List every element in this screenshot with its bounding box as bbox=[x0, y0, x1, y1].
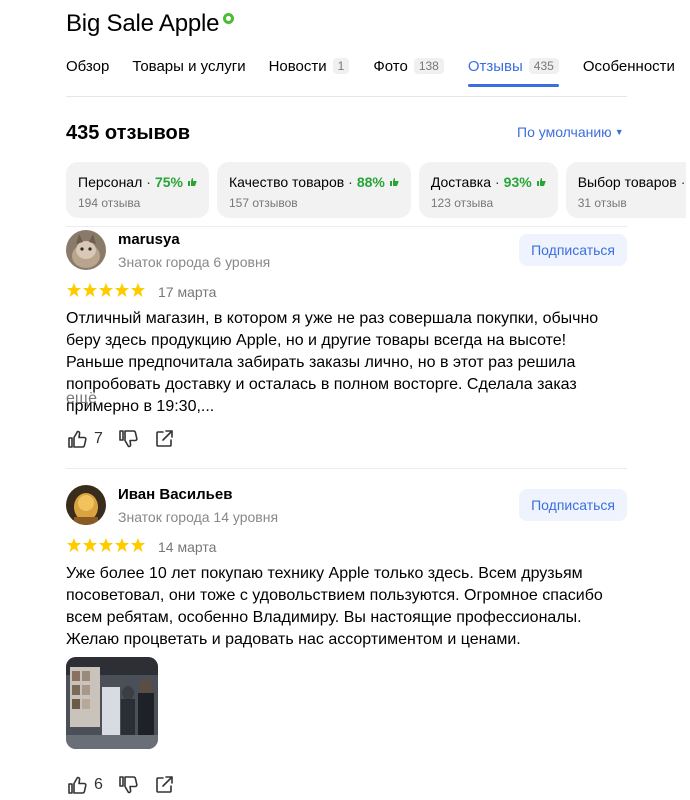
dislike-button[interactable] bbox=[117, 428, 139, 450]
thumb-up-icon bbox=[68, 776, 87, 794]
review-text: Отличный магазин, в котором я уже не раз… bbox=[66, 310, 599, 415]
subscribe-button[interactable]: Подписаться bbox=[519, 234, 627, 266]
star-icon bbox=[67, 283, 81, 297]
rating-stars bbox=[66, 537, 146, 553]
avatar-image bbox=[66, 485, 106, 525]
tab-reviews[interactable]: Отзывы 435 bbox=[467, 58, 559, 97]
separator: · bbox=[495, 174, 500, 190]
review-date: 17 марта bbox=[158, 284, 217, 300]
tab-features[interactable]: Особенности bbox=[583, 58, 675, 97]
review-date: 14 марта bbox=[158, 539, 217, 555]
caret-down-icon: ▼ bbox=[614, 127, 624, 137]
star-icon bbox=[83, 283, 97, 297]
page-title: Big Sale Apple bbox=[66, 10, 220, 37]
star-icon bbox=[99, 538, 113, 552]
avatar[interactable] bbox=[66, 230, 106, 270]
thumb-down-icon bbox=[119, 430, 138, 448]
tab-badge: 1 bbox=[332, 58, 350, 74]
tab-bar: Обзор Товары и услуги Новости 1 Фото 138 О… bbox=[66, 58, 675, 97]
read-more-link[interactable]: ещё bbox=[66, 390, 97, 408]
thumb-up-icon bbox=[536, 178, 546, 186]
star-icon bbox=[131, 538, 145, 552]
share-button[interactable] bbox=[153, 428, 175, 450]
like-button[interactable]: 6 bbox=[66, 774, 103, 796]
aspect-percent: 75% bbox=[154, 174, 183, 190]
divider bbox=[66, 226, 627, 227]
separator: · bbox=[348, 174, 353, 190]
author-level: Знаток города 6 уровня bbox=[118, 254, 271, 270]
tab-label: Фото bbox=[373, 58, 408, 75]
star-icon bbox=[115, 538, 129, 552]
tab-news[interactable]: Новости 1 bbox=[269, 58, 350, 97]
aspect-chip-delivery[interactable]: Доставка · 93% 123 отзыва bbox=[418, 162, 558, 218]
star-icon bbox=[131, 283, 145, 297]
tab-label: Особенности bbox=[582, 58, 675, 75]
avatar[interactable] bbox=[66, 485, 106, 525]
aspect-name: Качество товаров bbox=[228, 174, 345, 190]
org-title-row: Big Sale Apple bbox=[66, 10, 235, 38]
aspect-name: Доставка bbox=[430, 174, 491, 190]
separator: · bbox=[680, 174, 686, 190]
tab-label: Отзывы bbox=[467, 58, 523, 75]
aspect-chip-quality[interactable]: Качество товаров · 88% 157 отзывов bbox=[216, 162, 411, 218]
aspect-count: 31 отзыв bbox=[577, 196, 627, 210]
share-button[interactable] bbox=[153, 774, 175, 796]
tab-photos[interactable]: Фото 138 bbox=[373, 58, 444, 97]
aspect-name: Выбор товаров bbox=[577, 174, 677, 190]
separator: · bbox=[146, 174, 151, 190]
star-icon bbox=[99, 283, 113, 297]
sort-label: По умолчанию bbox=[517, 124, 612, 140]
review-text: Уже более 10 лет покупаю технику Apple т… bbox=[66, 565, 603, 648]
aspect-percent: 93% bbox=[503, 174, 532, 190]
aspect-name: Персонал bbox=[78, 174, 143, 190]
review-author[interactable]: Иван Васильев bbox=[118, 486, 232, 503]
review-actions: 7 bbox=[66, 428, 189, 450]
rating-stars bbox=[66, 282, 146, 298]
review-photo[interactable] bbox=[66, 657, 158, 749]
thumb-up-icon bbox=[389, 178, 399, 186]
thumb-up-icon bbox=[68, 430, 87, 448]
share-icon bbox=[156, 430, 173, 447]
dislike-button[interactable] bbox=[117, 774, 139, 796]
like-count: 7 bbox=[94, 430, 103, 447]
review-card: marusya Знаток города 6 уровня Подписать… bbox=[66, 230, 627, 460]
thumb-down-icon bbox=[119, 776, 138, 794]
subscribe-button[interactable]: Подписаться bbox=[519, 489, 627, 521]
like-count: 6 bbox=[94, 776, 103, 793]
avatar-image bbox=[66, 230, 106, 270]
aspect-chip-selection[interactable]: Выбор товаров · 31 отзыв bbox=[565, 162, 686, 218]
aspect-count: 194 отзыва bbox=[78, 196, 141, 210]
review-card: Иван Васильев Знаток города 14 уровня По… bbox=[66, 485, 627, 800]
aspect-count: 157 отзывов bbox=[228, 196, 298, 210]
sort-dropdown[interactable]: По умолчанию ▼ bbox=[517, 124, 624, 140]
tab-label: Обзор bbox=[66, 58, 110, 75]
tab-badge: 138 bbox=[413, 58, 444, 74]
share-icon bbox=[156, 776, 173, 793]
aspect-percent: 88% bbox=[356, 174, 385, 190]
divider bbox=[66, 468, 627, 469]
review-photo-image bbox=[66, 657, 158, 749]
aspect-count: 123 отзыва bbox=[430, 196, 494, 210]
tab-label: Новости bbox=[268, 58, 327, 75]
star-icon bbox=[115, 283, 129, 297]
like-button[interactable]: 7 bbox=[66, 428, 103, 450]
review-actions: 6 bbox=[66, 774, 189, 796]
verified-icon bbox=[223, 12, 235, 24]
aspect-chips: Персонал · 75% 194 отзыва Качество товаров… bbox=[66, 162, 686, 218]
thumb-up-icon bbox=[187, 178, 197, 186]
tab-overview[interactable]: Обзор bbox=[66, 58, 109, 97]
star-icon bbox=[83, 538, 97, 552]
author-level: Знаток города 14 уровня bbox=[118, 509, 279, 525]
star-icon bbox=[67, 538, 81, 552]
tab-label: Товары и услуги bbox=[132, 58, 246, 75]
tab-goods-services[interactable]: Товары и услуги bbox=[132, 58, 245, 97]
reviews-count: 435 отзывов bbox=[66, 122, 191, 144]
aspect-chip-staff[interactable]: Персонал · 75% 194 отзыва bbox=[66, 162, 209, 218]
review-author[interactable]: marusya bbox=[118, 231, 180, 248]
tab-badge: 435 bbox=[528, 58, 559, 74]
